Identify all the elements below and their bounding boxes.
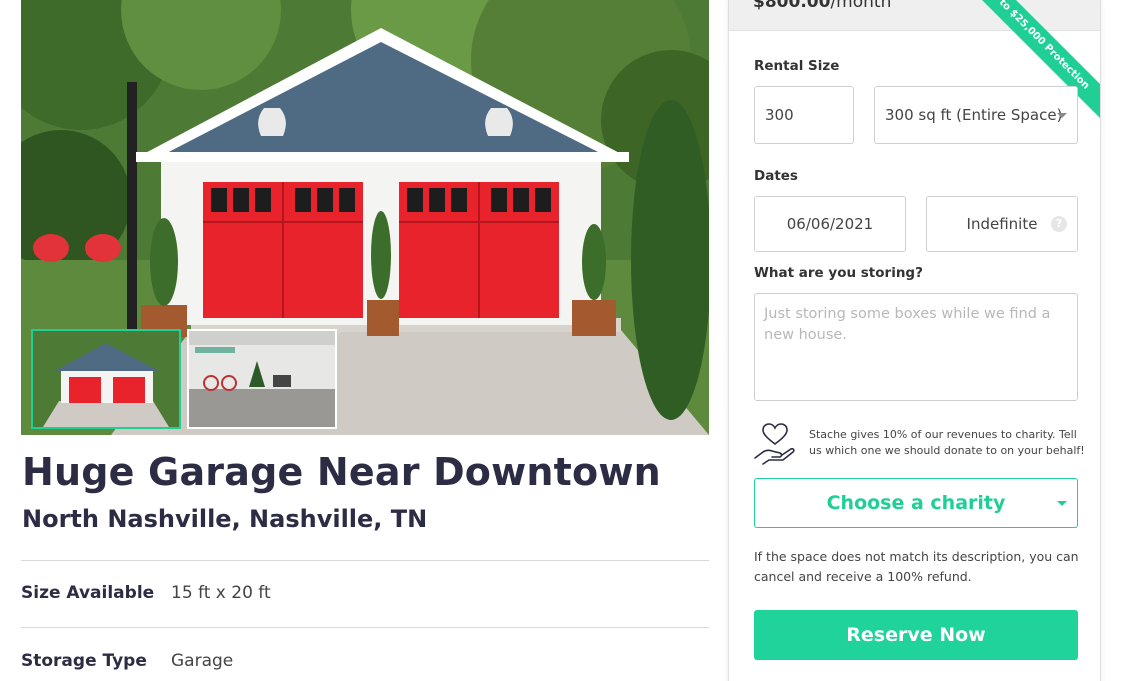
charity-select-label: Choose a charity — [826, 492, 1006, 514]
help-icon[interactable]: ? — [1051, 216, 1067, 232]
chevron-down-icon — [1057, 113, 1067, 118]
end-date-value: Indefinite — [966, 215, 1038, 233]
end-date-input[interactable]: Indefinite ? — [926, 196, 1078, 252]
chevron-down-icon — [1057, 501, 1067, 506]
detail-label-size: Size Available — [21, 583, 155, 603]
listing-photo[interactable] — [21, 0, 709, 435]
rental-size-select[interactable]: 300 sq ft (Entire Space) — [874, 86, 1078, 144]
thumbnail-interior[interactable] — [187, 329, 337, 429]
listing-title: Huge Garage Near Downtown — [22, 450, 661, 494]
start-date-value: 06/06/2021 — [786, 215, 874, 233]
thumbnail-exterior-image — [33, 331, 179, 427]
rental-size-option: 300 sq ft (Entire Space) — [885, 106, 1063, 124]
rental-size-value: 300 — [765, 106, 794, 124]
rental-size-label: Rental Size — [754, 58, 840, 74]
start-date-input[interactable]: 06/06/2021 — [754, 196, 906, 252]
detail-value-storage-type: Garage — [171, 651, 234, 671]
charity-description: Stache gives 10% of our revenues to char… — [809, 428, 1085, 457]
price: $800.00/month — [753, 0, 891, 12]
refund-policy-text: If the space does not match its descript… — [754, 549, 1079, 584]
storing-label: What are you storing? — [754, 265, 923, 281]
divider — [21, 627, 709, 628]
charity-select[interactable]: Choose a charity — [754, 478, 1078, 528]
listing-location: North Nashville, Nashville, TN — [22, 505, 428, 533]
rental-size-input[interactable]: 300 — [754, 86, 854, 144]
divider — [21, 560, 709, 561]
thumbnail-exterior[interactable] — [31, 329, 181, 429]
price-amount: $800.00 — [753, 0, 831, 12]
heart-hand-icon — [754, 423, 795, 465]
detail-value-size: 15 ft x 20 ft — [171, 583, 271, 603]
booking-card: $800.00/month Up to $25,000 Protection R… — [728, 0, 1101, 681]
reserve-now-button[interactable]: Reserve Now — [754, 610, 1078, 660]
dates-label: Dates — [754, 168, 798, 184]
thumbnail-interior-image — [189, 331, 335, 427]
storing-textarea[interactable] — [754, 293, 1078, 401]
price-unit: /month — [830, 0, 892, 12]
price-header: $800.00/month — [729, 0, 1100, 31]
detail-label-storage-type: Storage Type — [21, 651, 147, 671]
